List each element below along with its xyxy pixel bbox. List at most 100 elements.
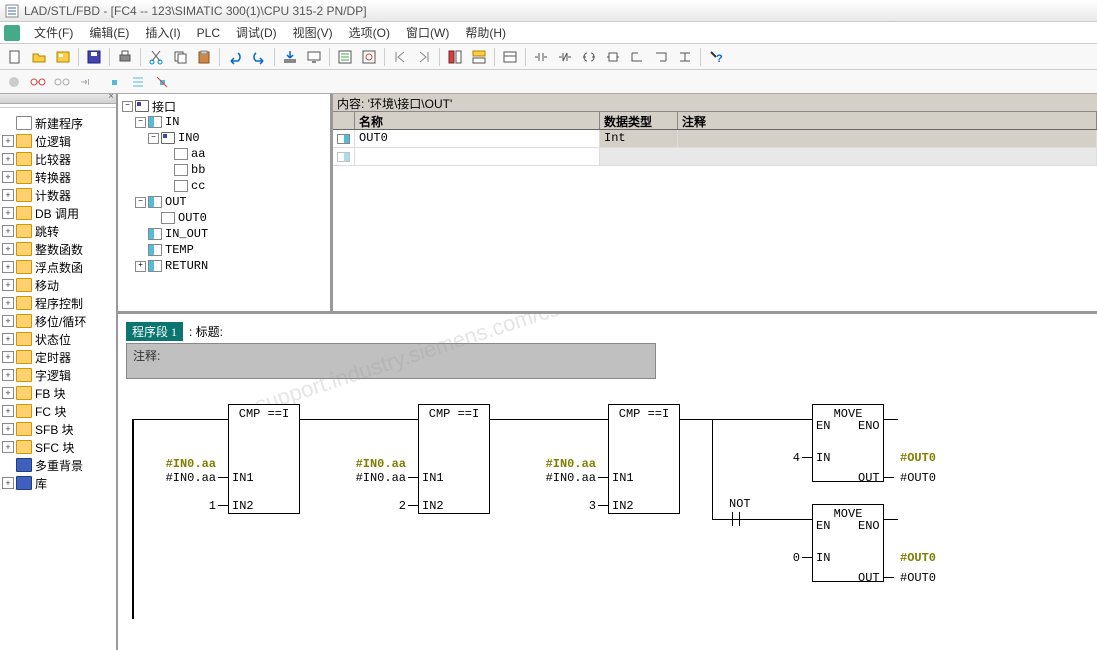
menu-help[interactable]: 帮助(H)	[457, 22, 514, 43]
expand-icon[interactable]: +	[2, 297, 14, 309]
menu-window[interactable]: 窗口(W)	[398, 22, 457, 43]
sidebar-item[interactable]: +SFC 块	[2, 438, 114, 456]
network-comment[interactable]: 注释:	[126, 343, 656, 379]
box-icon[interactable]	[602, 46, 624, 68]
panel-close-icon[interactable]	[0, 94, 116, 104]
interface-tree[interactable]: −接口 −IN −IN0 aa bb cc −OUT OUT0 IN_OUT T…	[118, 94, 333, 311]
sidebar-item[interactable]: +程序控制	[2, 294, 114, 312]
menu-file[interactable]: 文件(F)	[26, 22, 81, 43]
cut-icon[interactable]	[145, 46, 167, 68]
expand-icon[interactable]: +	[2, 315, 14, 327]
monitor-icon[interactable]	[303, 46, 325, 68]
tree-inout[interactable]: IN_OUT	[165, 227, 208, 241]
menu-edit[interactable]: 编辑(E)	[81, 22, 137, 43]
expand-icon[interactable]: +	[2, 369, 14, 381]
tree-collapse-icon[interactable]: −	[122, 101, 133, 112]
copy-icon[interactable]	[169, 46, 191, 68]
move1-out-tag[interactable]: #OUT0	[900, 451, 936, 465]
contact-no-icon[interactable]	[530, 46, 552, 68]
goto-end-icon[interactable]	[413, 46, 435, 68]
expand-icon[interactable]: +	[2, 243, 14, 255]
contact-nc-icon[interactable]	[554, 46, 576, 68]
menu-insert[interactable]: 插入(I)	[137, 22, 188, 43]
cmp-block-1[interactable]: CMP ==I	[228, 404, 300, 514]
tree-collapse-icon[interactable]: −	[135, 197, 146, 208]
open-icon[interactable]	[28, 46, 50, 68]
expand-icon[interactable]: +	[2, 333, 14, 345]
col-name[interactable]: 名称	[355, 112, 600, 129]
tree-bb[interactable]: bb	[191, 163, 205, 177]
tree-cc[interactable]: cc	[191, 179, 205, 193]
paste-icon[interactable]	[193, 46, 215, 68]
coil-icon[interactable]	[578, 46, 600, 68]
expand-icon[interactable]: +	[2, 477, 14, 489]
tree-expand-icon[interactable]: +	[135, 261, 146, 272]
menu-debug[interactable]: 调试(D)	[228, 22, 285, 43]
sidebar-item[interactable]: +FC 块	[2, 402, 114, 420]
cell-comment[interactable]	[678, 130, 1097, 147]
tree-collapse-icon[interactable]: −	[148, 133, 159, 144]
move2-out-tag[interactable]: #OUT0	[900, 551, 936, 565]
expand-icon[interactable]: +	[2, 405, 14, 417]
tree-temp[interactable]: TEMP	[165, 243, 194, 257]
print-icon[interactable]	[114, 46, 136, 68]
cmp-block-3[interactable]: CMP ==I	[608, 404, 680, 514]
cmp3-tag[interactable]: #IN0.aa	[524, 457, 596, 471]
tree-return[interactable]: RETURN	[165, 259, 208, 273]
cell-type[interactable]: Int	[600, 130, 678, 147]
sidebar-item[interactable]: +移动	[2, 276, 114, 294]
menu-view[interactable]: 视图(V)	[285, 22, 341, 43]
breakpoint-list-icon[interactable]	[128, 72, 148, 92]
breakpoint-icon[interactable]	[104, 72, 124, 92]
branch-open-icon[interactable]	[626, 46, 648, 68]
record-icon[interactable]	[4, 72, 24, 92]
expand-icon[interactable]: +	[2, 423, 14, 435]
sidebar-item[interactable]: 新建程序	[2, 114, 114, 132]
sidebar-item[interactable]: +比较器	[2, 150, 114, 168]
expand-icon[interactable]: +	[2, 351, 14, 363]
move2-in[interactable]: 0	[772, 551, 800, 565]
cmp2-in2[interactable]: 2	[334, 499, 406, 513]
network-title-label[interactable]: : 标题:	[189, 323, 223, 340]
undo-icon[interactable]	[224, 46, 246, 68]
not-symbol[interactable]	[732, 512, 740, 526]
cmp1-in2[interactable]: 1	[144, 499, 216, 513]
sidebar-item[interactable]: +FB 块	[2, 384, 114, 402]
expand-icon[interactable]: +	[2, 441, 14, 453]
expand-icon[interactable]: +	[2, 189, 14, 201]
sidebar-item[interactable]: +SFB 块	[2, 420, 114, 438]
sidebar-item[interactable]: +DB 调用	[2, 204, 114, 222]
sidebar-item[interactable]: +位逻辑	[2, 132, 114, 150]
tree-in[interactable]: IN	[165, 115, 179, 129]
cmp1-tag[interactable]: #IN0.aa	[144, 457, 216, 471]
cmp-block-2[interactable]: CMP ==I	[418, 404, 490, 514]
app-menu-icon[interactable]	[4, 25, 20, 41]
redo-icon[interactable]	[248, 46, 270, 68]
expand-icon[interactable]: +	[2, 279, 14, 291]
detail-icon[interactable]	[468, 46, 490, 68]
table-row[interactable]: OUT0 Int	[333, 130, 1097, 148]
network-badge[interactable]: 程序段 1	[126, 322, 183, 341]
overview-icon[interactable]	[444, 46, 466, 68]
expand-icon[interactable]: +	[2, 153, 14, 165]
sidebar-item[interactable]: +字逻辑	[2, 366, 114, 384]
cmp3-in2[interactable]: 3	[524, 499, 596, 513]
download-icon[interactable]	[279, 46, 301, 68]
sidebar-item[interactable]: +跳转	[2, 222, 114, 240]
tree-out[interactable]: OUT	[165, 195, 187, 209]
sidebar-item[interactable]: +浮点数函	[2, 258, 114, 276]
sidebar-item[interactable]: +状态位	[2, 330, 114, 348]
help-icon[interactable]: ?	[705, 46, 727, 68]
table-row-empty[interactable]	[333, 148, 1097, 166]
sidebar-item[interactable]: 多重背景	[2, 456, 114, 474]
source-icon[interactable]	[52, 46, 74, 68]
breakpoint-clear-icon[interactable]	[152, 72, 172, 92]
sidebar-item[interactable]: +整数函数	[2, 240, 114, 258]
expand-icon[interactable]: +	[2, 387, 14, 399]
sidebar-item[interactable]: +库	[2, 474, 114, 492]
sidebar-item[interactable]: +定时器	[2, 348, 114, 366]
catalog-icon[interactable]	[334, 46, 356, 68]
tree-aa[interactable]: aa	[191, 147, 205, 161]
expand-icon[interactable]: +	[2, 225, 14, 237]
connection-icon[interactable]	[674, 46, 696, 68]
